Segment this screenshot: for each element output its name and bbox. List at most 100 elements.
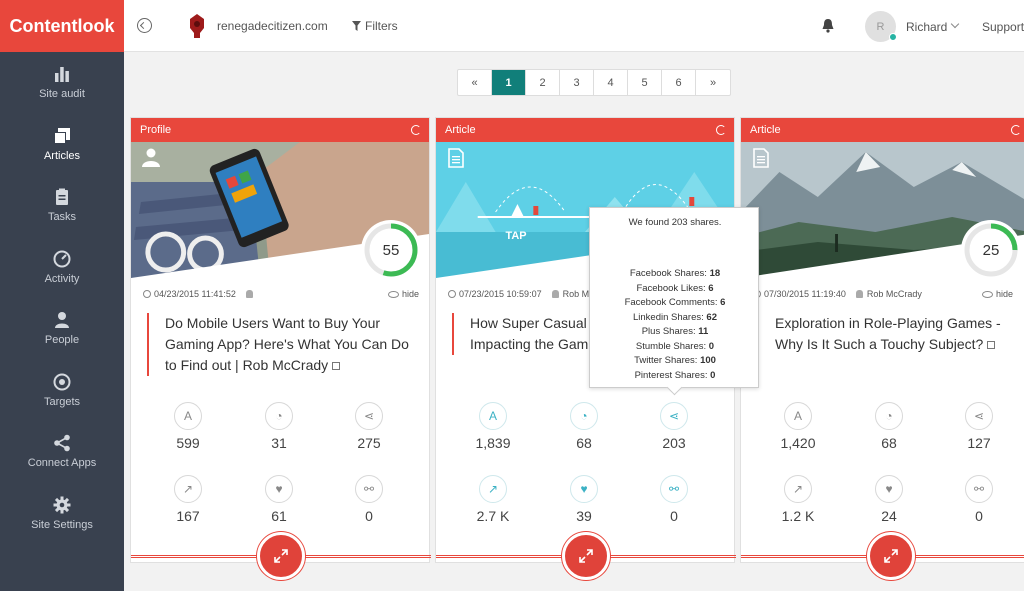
stat-links[interactable]: ⚯ 0 — [949, 475, 1009, 524]
font-icon: A — [174, 402, 202, 430]
share-icon: ⋖ — [965, 402, 993, 430]
app-logo[interactable]: Contentlook — [0, 0, 124, 52]
stat-value: 167 — [176, 508, 200, 524]
card-title[interactable]: Exploration in Role-Playing Games - Why … — [757, 313, 1015, 355]
expand-button[interactable] — [867, 532, 915, 580]
card-image[interactable]: 25 — [741, 142, 1024, 278]
stat-value: 1.2 K — [781, 508, 815, 524]
card-author: Rob McCrady — [855, 289, 922, 299]
tooltip-line: Facebook Likes: 6 — [590, 282, 760, 297]
refresh-icon[interactable] — [716, 125, 726, 135]
stat-links[interactable]: ⚯ 0 — [644, 475, 704, 524]
stat-value: 275 — [357, 435, 381, 451]
refresh-icon[interactable] — [1011, 125, 1021, 135]
stat-likes[interactable]: ♥ 61 — [249, 475, 309, 524]
pagination-page-4[interactable]: 4 — [594, 70, 628, 95]
expand-icon — [884, 549, 898, 563]
stat-value: 39 — [576, 508, 592, 524]
pagination-prev[interactable]: « — [458, 70, 492, 95]
sidebar-item-targets[interactable]: Targets — [0, 360, 124, 422]
stat-links[interactable]: ⚯ 0 — [339, 475, 399, 524]
pagination-page-1[interactable]: 1 — [492, 70, 526, 95]
support-link[interactable]: Support — [982, 20, 1024, 34]
tooltip-line-label: Twitter Shares: — [634, 355, 698, 366]
card-image[interactable]: 55 — [131, 142, 429, 278]
site-name[interactable]: renegadecitizen.com — [217, 19, 328, 33]
card-date: 04/23/2015 11:41:52 — [154, 289, 236, 299]
card-type-label: Article — [750, 124, 781, 136]
card-header: Article — [741, 118, 1024, 142]
external-link-icon[interactable] — [987, 341, 996, 349]
stat-speed[interactable]: ◔ 68 — [554, 402, 614, 451]
trend-icon: ↗ — [174, 475, 202, 503]
filter-icon — [352, 21, 361, 31]
article-card: Profile 55 04/23/2015 11:41:52 hide Do M… — [130, 117, 431, 580]
sidebar-item-label: Articles — [43, 149, 81, 162]
trend-icon: ↗ — [479, 475, 507, 503]
stat-readability[interactable]: A 1,839 — [463, 402, 523, 451]
stat-traffic[interactable]: ↗ 1.2 K — [768, 475, 828, 524]
refresh-icon[interactable] — [411, 125, 421, 135]
hide-button[interactable]: hide — [387, 289, 419, 299]
heart-icon: ♥ — [265, 475, 293, 503]
tooltip-line-label: Stumble Shares: — [635, 340, 707, 352]
topbar: renegadecitizen.com Filters R Richard Su… — [124, 0, 1024, 52]
link-icon: ⚯ — [660, 475, 688, 503]
back-arrow-icon[interactable] — [137, 18, 152, 33]
stat-speed[interactable]: ◔ 68 — [859, 402, 919, 451]
external-link-icon[interactable] — [332, 362, 341, 370]
card-title[interactable]: Do Mobile Users Want to Buy Your Gaming … — [147, 313, 419, 376]
stat-traffic[interactable]: ↗ 167 — [158, 475, 218, 524]
chevron-down-icon[interactable] — [950, 19, 960, 29]
heart-icon: ♥ — [875, 475, 903, 503]
tooltip-line-value: 0 — [710, 369, 716, 381]
sidebar-item-site-settings[interactable]: Site Settings — [0, 483, 124, 545]
stat-value: 0 — [365, 508, 373, 524]
score-value: 55 — [382, 241, 400, 259]
document-icon — [448, 148, 464, 168]
stat-likes[interactable]: ♥ 24 — [859, 475, 919, 524]
card-author — [245, 290, 257, 298]
sidebar-item-tasks[interactable]: Tasks — [0, 175, 124, 237]
expand-button[interactable] — [562, 532, 610, 580]
filters-button[interactable]: Filters — [352, 19, 398, 33]
stat-value: 0 — [975, 508, 983, 524]
pagination-page-2[interactable]: 2 — [526, 70, 560, 95]
gauge-icon: ◔ — [570, 402, 598, 430]
gear-icon — [53, 496, 71, 514]
person-icon — [55, 312, 69, 329]
user-name[interactable]: Richard — [906, 20, 947, 34]
pagination-page-6[interactable]: 6 — [662, 70, 696, 95]
stat-readability[interactable]: A 1,420 — [768, 402, 828, 451]
pagination-page-5[interactable]: 5 — [628, 70, 662, 95]
stat-shares[interactable]: ⋖ 127 — [949, 402, 1009, 451]
hide-button[interactable]: hide — [981, 289, 1013, 299]
card-header: Article — [436, 118, 734, 142]
sidebar-item-site-audit[interactable]: Site audit — [0, 52, 124, 114]
gauge-icon: ◔ — [265, 402, 293, 430]
article-card: Article 25 07/30/2015 11:19:40 Rob McCra… — [740, 117, 1024, 580]
sidebar-item-articles[interactable]: Articles — [0, 114, 124, 176]
stat-shares[interactable]: ⋖ 203 — [644, 402, 704, 451]
stat-shares[interactable]: ⋖ 275 — [339, 402, 399, 451]
expand-button[interactable] — [257, 532, 305, 580]
bell-icon[interactable] — [821, 18, 835, 33]
stat-traffic[interactable]: ↗ 2.7 K — [463, 475, 523, 524]
filters-label: Filters — [365, 19, 398, 33]
sidebar-item-connect-apps[interactable]: Connect Apps — [0, 421, 124, 483]
pagination-page-3[interactable]: 3 — [560, 70, 594, 95]
shares-tooltip: We found 203 shares. Facebook Shares: 18… — [589, 207, 759, 388]
avatar[interactable]: R — [865, 11, 897, 42]
stat-likes[interactable]: ♥ 39 — [554, 475, 614, 524]
sidebar-item-activity[interactable]: Activity — [0, 237, 124, 299]
sidebar-item-label: People — [44, 334, 80, 347]
tooltip-line-label: Facebook Shares: — [629, 268, 707, 279]
pagination-next[interactable]: » — [696, 70, 730, 95]
sidebar-item-label: Site audit — [39, 88, 85, 101]
card-date: 07/23/2015 10:59:07 — [459, 289, 542, 299]
tooltip-line-value: 0 — [708, 340, 715, 352]
stat-speed[interactable]: ◔ 31 — [249, 402, 309, 451]
sidebar-item-people[interactable]: People — [0, 298, 124, 360]
stat-readability[interactable]: A 599 — [158, 402, 218, 451]
expand-icon — [274, 549, 288, 563]
